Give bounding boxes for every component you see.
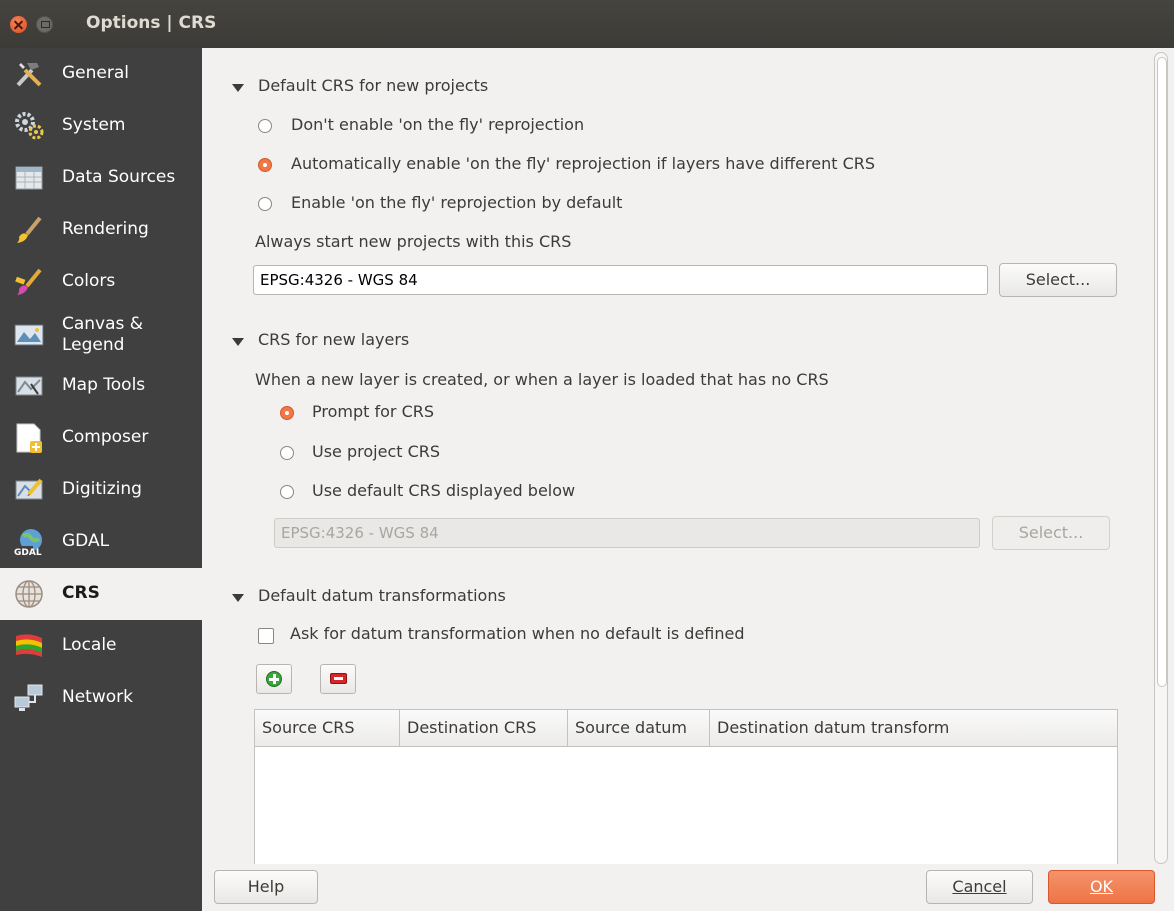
sidebar-item-label: GDAL — [62, 531, 110, 551]
sidebar-item-label: CRS — [62, 583, 100, 603]
sidebar-item-label: Map Tools — [62, 375, 146, 395]
project-crs-select-button[interactable]: Select... — [999, 263, 1117, 297]
digitizing-icon — [15, 478, 43, 500]
sidebar-item-data-sources[interactable]: Data Sources — [0, 152, 202, 204]
sidebar-item-locale[interactable]: Locale — [0, 620, 202, 672]
collapse-triangle-icon[interactable] — [232, 84, 244, 92]
cancel-button[interactable]: Cancel — [926, 870, 1033, 904]
sidebar-item-label: System — [62, 115, 126, 135]
sidebar-splitter[interactable] — [202, 48, 210, 911]
sidebar-item-label: Canvas & Legend — [62, 314, 144, 355]
sidebar-item-label: Rendering — [62, 219, 149, 239]
option-label[interactable]: Automatically enable 'on the fly' reproj… — [291, 154, 875, 173]
column-header[interactable]: Source CRS — [255, 710, 400, 746]
radio-use-project-crs[interactable] — [280, 446, 294, 460]
network-icon — [14, 684, 43, 711]
scrollbar-thumb[interactable] — [1157, 57, 1167, 687]
ask-datum-label[interactable]: Ask for datum transformation when no def… — [290, 624, 745, 643]
group-title-datum[interactable]: Default datum transformations — [258, 586, 506, 605]
dialog-button-bar: Help Cancel OK — [210, 864, 1174, 911]
flag-icon — [16, 634, 42, 657]
title-bar: Options | CRS — [0, 0, 1174, 48]
color-brush-icon — [15, 268, 42, 295]
sidebar-item-label: Locale — [62, 635, 117, 655]
option-label[interactable]: Use default CRS displayed below — [312, 481, 575, 500]
column-header[interactable]: Destination datum transform — [710, 710, 1117, 746]
sidebar-item-system[interactable]: System — [0, 100, 202, 152]
radio-use-default-crs[interactable] — [280, 485, 294, 499]
radio-auto-enable-otf[interactable] — [258, 158, 272, 172]
column-header[interactable]: Source datum — [568, 710, 710, 746]
add-transform-button[interactable] — [256, 664, 292, 694]
vertical-scrollbar[interactable] — [1154, 52, 1168, 864]
close-window-icon[interactable] — [10, 16, 27, 33]
composer-icon — [16, 423, 42, 453]
crs-settings-panel: Default CRS for new projects Don't enabl… — [210, 48, 1174, 869]
layer-crs-select-button: Select... — [992, 516, 1110, 550]
map-canvas-icon — [14, 324, 44, 346]
column-header[interactable]: Destination CRS — [400, 710, 568, 746]
option-label[interactable]: Prompt for CRS — [312, 402, 434, 421]
sidebar-item-network[interactable]: Network — [0, 672, 202, 724]
collapse-triangle-icon[interactable] — [232, 338, 244, 346]
sidebar-item-colors[interactable]: Colors — [0, 256, 202, 308]
svg-text:GDAL: GDAL — [14, 548, 42, 558]
option-label[interactable]: Enable 'on the fly' reprojection by defa… — [291, 193, 622, 212]
ask-datum-checkbox[interactable] — [258, 628, 274, 644]
ok-label: OK — [1089, 877, 1114, 896]
sidebar-item-gdal[interactable]: GDAL GDAL — [0, 516, 202, 568]
sidebar-item-label: Network — [62, 687, 133, 707]
remove-transform-button[interactable] — [320, 664, 356, 694]
sidebar-item-composer[interactable]: Composer — [0, 412, 202, 464]
collapse-triangle-icon[interactable] — [232, 594, 244, 602]
help-button[interactable]: Help — [214, 870, 318, 904]
gdal-icon: GDAL — [13, 529, 42, 558]
table-icon — [15, 166, 43, 190]
ok-button[interactable]: OK — [1048, 870, 1155, 904]
layer-crs-field: EPSG:4326 - WGS 84 — [274, 518, 980, 548]
table-header: Source CRS Destination CRS Source datum … — [255, 710, 1117, 747]
gears-icon — [15, 112, 44, 140]
layer-crs-description: When a new layer is created, or when a l… — [255, 370, 829, 389]
datum-transform-table[interactable]: Source CRS Destination CRS Source datum … — [254, 709, 1118, 869]
sidebar-item-canvas-legend[interactable]: Canvas & Legend — [0, 308, 202, 360]
sidebar-item-crs[interactable]: CRS — [0, 568, 202, 620]
project-crs-field[interactable]: EPSG:4326 - WGS 84 — [253, 265, 988, 295]
option-label[interactable]: Use project CRS — [312, 442, 440, 461]
map-tools-icon — [15, 376, 43, 396]
hammer-screwdriver-icon — [16, 63, 42, 87]
radio-dont-enable-otf[interactable] — [258, 119, 272, 133]
radio-enable-otf-default[interactable] — [258, 197, 272, 211]
globe-grid-icon — [15, 580, 43, 608]
sidebar-item-label: Data Sources — [62, 167, 176, 187]
sidebar-item-general[interactable]: General — [0, 48, 202, 100]
sidebar-item-map-tools[interactable]: Map Tools — [0, 360, 202, 412]
sidebar-item-label: Colors — [62, 271, 116, 291]
paintbrush-icon — [17, 216, 42, 243]
sidebar-item-rendering[interactable]: Rendering — [0, 204, 202, 256]
sidebar-item-label: Digitizing — [62, 479, 142, 499]
plus-icon — [266, 671, 282, 687]
sidebar-item-label: General — [62, 63, 129, 83]
group-title-project-crs[interactable]: Default CRS for new projects — [258, 76, 488, 95]
minus-icon — [330, 673, 347, 684]
radio-prompt-for-crs[interactable] — [280, 406, 294, 420]
maximize-window-icon[interactable] — [36, 16, 53, 33]
sidebar-item-label: Composer — [62, 427, 149, 447]
group-title-layer-crs[interactable]: CRS for new layers — [258, 330, 409, 349]
window-title: Options | CRS — [86, 13, 217, 33]
cancel-label: Cancel — [952, 877, 1007, 896]
options-sidebar: General System Data Sources Rendering Co… — [0, 48, 202, 911]
sidebar-item-digitizing[interactable]: Digitizing — [0, 464, 202, 516]
always-start-label: Always start new projects with this CRS — [255, 232, 572, 251]
option-label[interactable]: Don't enable 'on the fly' reprojection — [291, 115, 584, 134]
